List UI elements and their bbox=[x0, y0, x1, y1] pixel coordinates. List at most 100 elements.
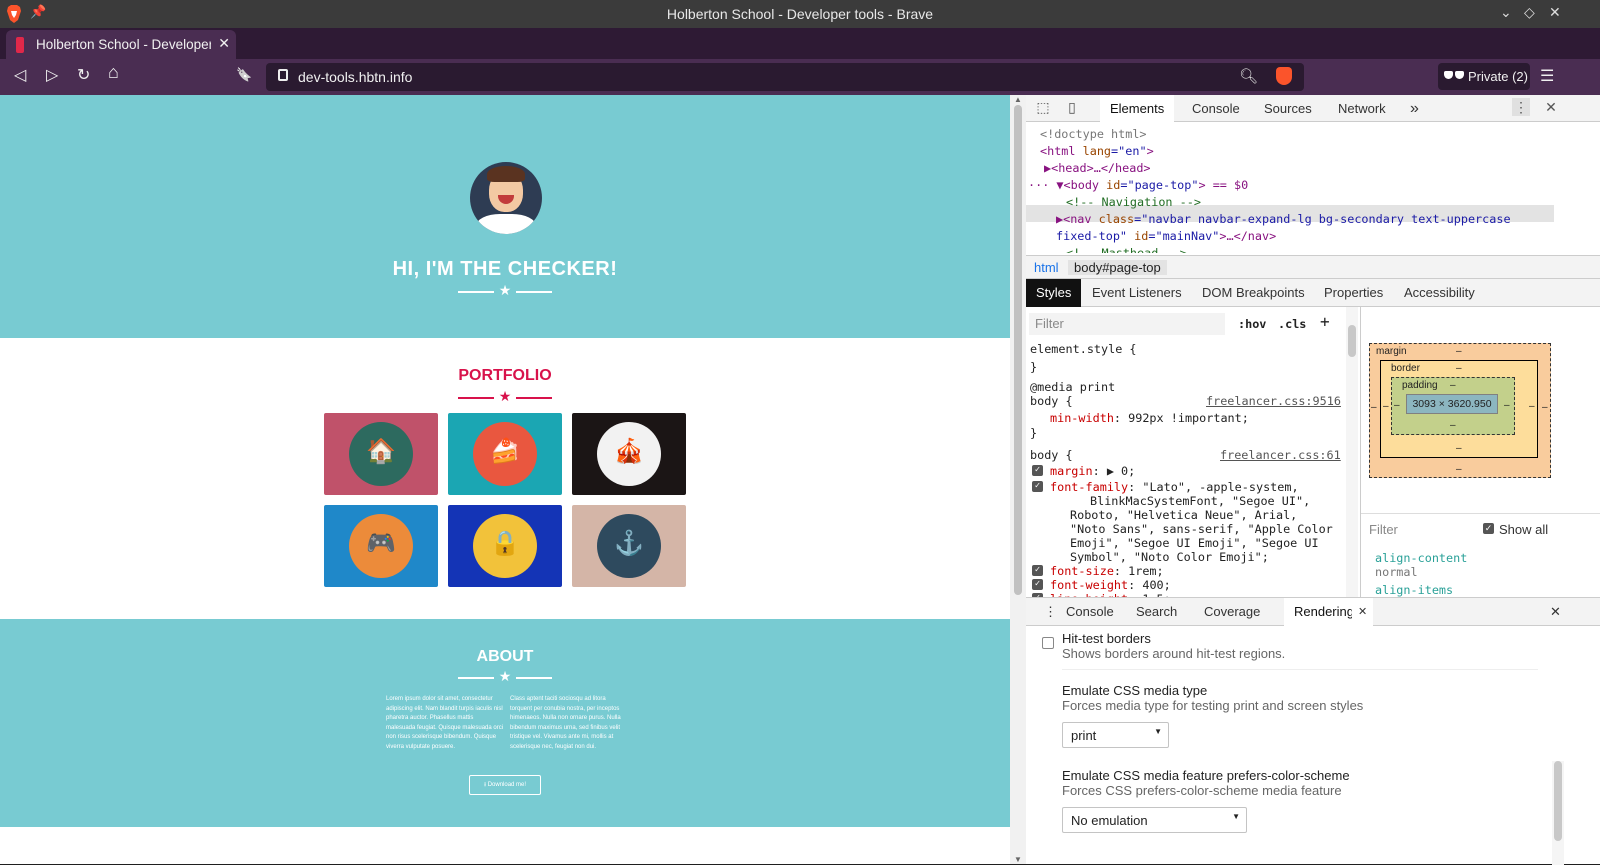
box-margin[interactable]: margin – – – – border – – – – padding – … bbox=[1369, 343, 1551, 478]
private-glasses-icon bbox=[1444, 71, 1464, 80]
dom-doctype[interactable]: <!doctype html> bbox=[1040, 126, 1147, 143]
dom-nav-cont[interactable]: fixed-top" id="mainNav">…</nav> bbox=[1056, 228, 1276, 245]
brave-shields-icon[interactable] bbox=[1276, 67, 1292, 85]
source-link[interactable]: freelancer.css:61 bbox=[1220, 448, 1341, 462]
drawer-tab-rendering[interactable]: Rendering bbox=[1284, 598, 1358, 626]
dom-comment-navigation[interactable]: <!-- Navigation --> bbox=[1066, 194, 1201, 211]
portfolio-item-submarine[interactable]: ⚓ bbox=[572, 505, 686, 587]
prop-value-cont: "Noto Sans", sans-serif, "Apple Color bbox=[1070, 522, 1333, 536]
download-button[interactable]: ⭳ Download me! bbox=[469, 775, 541, 795]
more-tabs-icon[interactable]: » bbox=[1400, 95, 1429, 122]
masthead: HI, I'M THE CHECKER! ★ bbox=[0, 95, 1010, 338]
close-rendering-tab-icon[interactable]: ✕ bbox=[1352, 598, 1374, 626]
color-scheme-desc: Forces CSS prefers-color-scheme media fe… bbox=[1062, 783, 1342, 798]
color-scheme-title: Emulate CSS media feature prefers-color-… bbox=[1062, 768, 1350, 783]
color-scheme-select[interactable]: No emulation ▼ bbox=[1062, 807, 1247, 833]
dom-comment-masthead[interactable]: <!-- Masthead --> bbox=[1066, 245, 1187, 253]
tab-accessibility[interactable]: Accessibility bbox=[1394, 279, 1485, 307]
address-bar[interactable]: dev-tools.hbtn.info 🔍︎ bbox=[266, 63, 1304, 91]
forward-icon[interactable]: ▷ bbox=[46, 65, 58, 85]
crumb-body[interactable]: body#page-top bbox=[1068, 260, 1167, 275]
crumb-html[interactable]: html bbox=[1034, 260, 1059, 275]
box-padding[interactable]: padding – – – – 3093 × 3620.950 bbox=[1391, 377, 1515, 435]
portfolio-item-safe[interactable]: 🔒 bbox=[448, 505, 562, 587]
url-text[interactable]: dev-tools.hbtn.info bbox=[298, 69, 412, 85]
computed-prop-name[interactable]: align-content bbox=[1375, 551, 1467, 565]
portfolio-item-game[interactable]: 🎮 bbox=[324, 505, 438, 587]
prop-value: : "Lato", -apple-system, bbox=[1128, 480, 1299, 494]
tab-elements[interactable]: Elements bbox=[1100, 95, 1175, 122]
hamburger-menu-icon[interactable]: ☰ bbox=[1540, 66, 1554, 86]
dom-tree[interactable]: <!doctype html> <html lang="en"> ▶<head>… bbox=[1026, 123, 1586, 253]
tab-close-icon[interactable]: ✕ bbox=[218, 35, 230, 52]
prop-value-cont: Symbol", "Noto Color Emoji"; bbox=[1070, 550, 1269, 564]
lock-icon bbox=[278, 69, 288, 81]
tab-sources[interactable]: Sources bbox=[1254, 95, 1322, 122]
tab-console[interactable]: Console bbox=[1182, 95, 1250, 122]
source-link[interactable]: freelancer.css:9516 bbox=[1206, 394, 1341, 408]
tab-dom-breakpoints[interactable]: DOM Breakpoints bbox=[1192, 279, 1315, 307]
tab-properties[interactable]: Properties bbox=[1314, 279, 1393, 307]
media-type-title: Emulate CSS media type bbox=[1062, 683, 1208, 698]
prop-checkbox[interactable]: ✓ bbox=[1032, 481, 1043, 492]
maximize-icon[interactable]: ◇ bbox=[1524, 4, 1535, 21]
zoom-out-icon[interactable]: 🔍︎ bbox=[1239, 67, 1258, 85]
hit-test-checkbox[interactable] bbox=[1042, 637, 1054, 649]
box-content[interactable]: 3093 × 3620.950 bbox=[1406, 394, 1498, 414]
close-window-icon[interactable]: ✕ bbox=[1549, 4, 1561, 21]
dom-body[interactable]: ··· ▼<body id="page-top"> == $0 bbox=[1028, 177, 1248, 194]
browser-tab[interactable]: Holberton School - Developer tools ✕ bbox=[6, 30, 236, 59]
new-rule-icon[interactable]: + bbox=[1320, 314, 1330, 330]
prop-checkbox[interactable]: ✓ bbox=[1032, 565, 1043, 576]
close-devtools-icon[interactable]: ✕ bbox=[1542, 98, 1560, 116]
bookmark-icon[interactable]: 🔖 bbox=[236, 67, 252, 83]
hov-button[interactable]: :hov bbox=[1238, 317, 1266, 331]
box-border[interactable]: border – – – – padding – – – – 3093 × 36… bbox=[1380, 360, 1538, 458]
dom-html[interactable]: <html lang="en"> bbox=[1040, 143, 1154, 160]
about-text-left: Lorem ipsum dolor sit amet, consectetur … bbox=[386, 696, 504, 750]
prop-checkbox[interactable]: ✓ bbox=[1032, 465, 1043, 476]
private-window-badge[interactable]: Private (2) bbox=[1438, 63, 1530, 90]
dom-head[interactable]: ▶<head>…</head> bbox=[1044, 160, 1151, 177]
computed-filter-input[interactable]: Filter bbox=[1369, 522, 1398, 537]
device-toolbar-icon[interactable]: ▯ bbox=[1063, 98, 1081, 116]
home-icon[interactable]: ⌂ bbox=[108, 62, 119, 83]
back-icon[interactable]: ◁ bbox=[14, 65, 26, 85]
styles-scrollbar[interactable] bbox=[1346, 307, 1358, 604]
tab-network[interactable]: Network bbox=[1328, 95, 1396, 122]
reload-icon[interactable]: ↻ bbox=[77, 65, 90, 85]
holberton-favicon-icon bbox=[16, 37, 24, 53]
media-type-select[interactable]: print ▼ bbox=[1062, 722, 1169, 748]
about-text-right: Class aptent taciti sociosqu ad litora t… bbox=[510, 696, 621, 750]
page-scrollbar[interactable]: ▲ ▼ bbox=[1010, 95, 1026, 864]
rule-close: } bbox=[1030, 360, 1038, 374]
inspect-element-icon[interactable]: ⬚ bbox=[1034, 98, 1052, 116]
portfolio-title: PORTFOLIO bbox=[458, 367, 552, 384]
dom-nav[interactable]: ▶<nav class="navbar navbar-expand-lg bg-… bbox=[1056, 211, 1511, 228]
tab-event-listeners[interactable]: Event Listeners bbox=[1082, 279, 1192, 307]
cabin-icon: 🏠 bbox=[366, 438, 396, 465]
box-model-pane: margin – – – – border – – – – padding – … bbox=[1360, 307, 1600, 604]
portfolio-item-cake[interactable]: 🍰 bbox=[448, 413, 562, 495]
drawer-tab-search[interactable]: Search bbox=[1126, 598, 1187, 626]
drawer-tab-console[interactable]: Console bbox=[1056, 598, 1124, 626]
show-all-checkbox[interactable]: ✓ bbox=[1483, 523, 1494, 534]
minimize-icon[interactable]: ⌄ bbox=[1500, 4, 1512, 21]
breadcrumb: html body#page-top bbox=[1026, 255, 1600, 279]
computed-prop-name[interactable]: align-items bbox=[1375, 583, 1453, 597]
portfolio-item-circus[interactable]: 🎪 bbox=[572, 413, 686, 495]
styles-filter-input[interactable]: Filter bbox=[1029, 313, 1225, 335]
prop-value-cont: Emoji", "Segoe UI Emoji", "Segoe UI bbox=[1070, 536, 1319, 550]
dropdown-caret-icon: ▼ bbox=[1154, 727, 1162, 736]
drawer-scrollbar[interactable] bbox=[1552, 761, 1564, 865]
tab-styles[interactable]: Styles bbox=[1026, 279, 1082, 307]
cls-button[interactable]: .cls bbox=[1278, 317, 1306, 331]
drawer-tab-coverage[interactable]: Coverage bbox=[1194, 598, 1270, 626]
close-drawer-icon[interactable]: ✕ bbox=[1540, 598, 1571, 626]
prop-checkbox[interactable]: ✓ bbox=[1032, 579, 1043, 590]
hit-test-title: Hit-test borders bbox=[1062, 631, 1151, 646]
devtools-menu-icon[interactable]: ⋮ bbox=[1512, 98, 1530, 116]
web-page: HI, I'M THE CHECKER! ★ PORTFOLIO ★ 🏠 🍰 🎪… bbox=[0, 95, 1010, 864]
color-scheme-value: No emulation bbox=[1071, 813, 1148, 828]
portfolio-item-cabin[interactable]: 🏠 bbox=[324, 413, 438, 495]
